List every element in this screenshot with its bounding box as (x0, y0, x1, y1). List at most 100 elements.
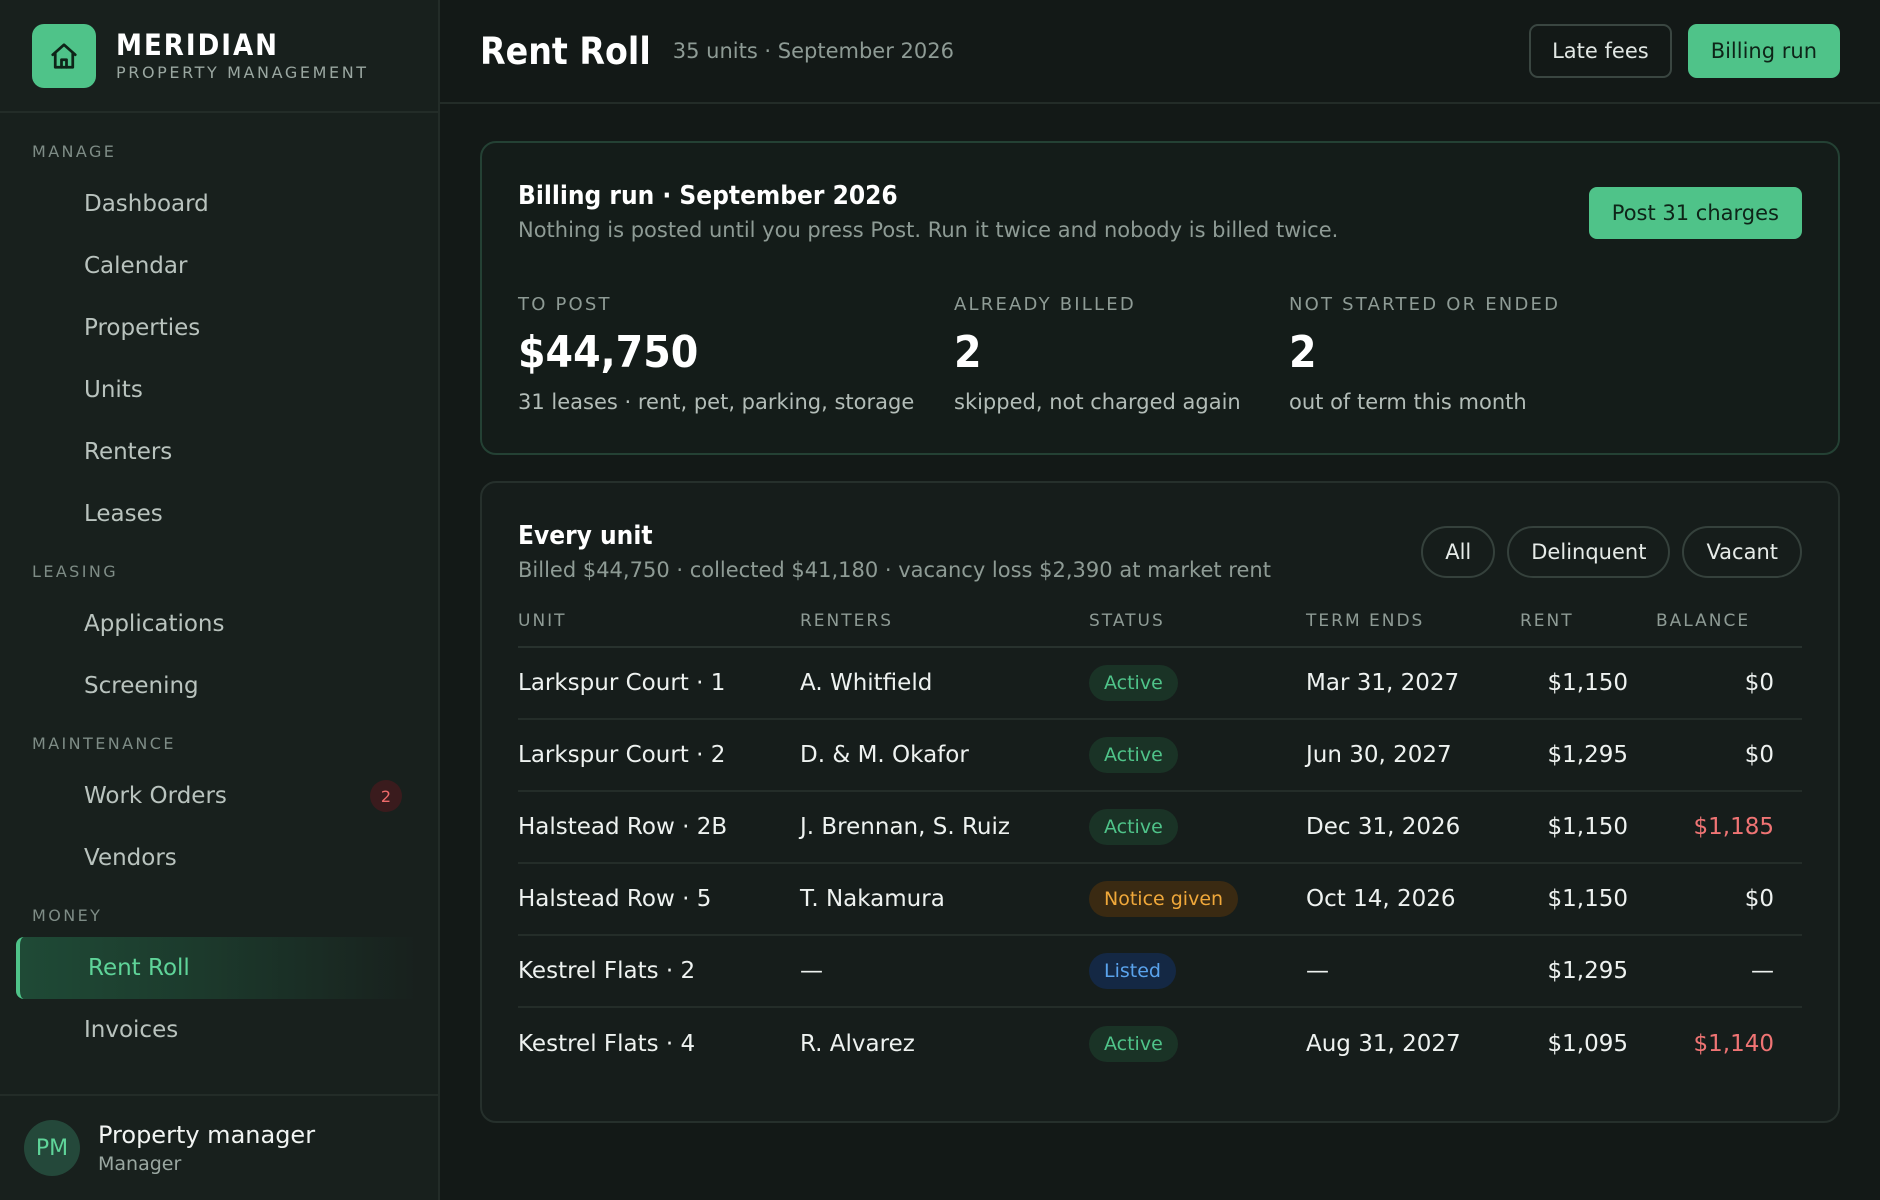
cell-rent: $1,095 (1547, 1030, 1628, 1057)
stat-note: skipped, not charged again (954, 390, 1241, 414)
cell-balance: $1,185 (1656, 791, 1802, 864)
table-row[interactable]: Halstead Row · 5 T. Nakamura Notice give… (518, 863, 1802, 936)
sidebar-item-rent-roll[interactable]: Rent Roll (16, 937, 418, 999)
work-orders-count-badge: 2 (370, 780, 402, 812)
nav-section-money: MONEY (32, 906, 103, 925)
cell-unit: Larkspur Court · 1 (518, 647, 800, 720)
cell-unit: Halstead Row · 2B (518, 791, 800, 864)
cell-rent: $1,150 (1520, 647, 1656, 720)
sidebar-item-units[interactable]: Units (0, 359, 418, 421)
cell-rent: $1,150 (1520, 863, 1656, 936)
cell-rent: $1,295 (1520, 935, 1656, 1008)
table-row[interactable]: Kestrel Flats · 2 — Listed — $1,295 — (518, 935, 1802, 1008)
status-badge: Listed (1089, 953, 1176, 989)
sidebar-item-renters[interactable]: Renters (0, 421, 418, 483)
brand: MERIDIAN PROPERTY MANAGEMENT (0, 0, 438, 113)
stat-value: 2 (1289, 327, 1317, 378)
user-name: Property manager (98, 1121, 316, 1149)
nav-section-leasing: LEASING (32, 562, 119, 581)
cell-unit: Kestrel Flats · 4 (518, 1030, 696, 1057)
filter-delinquent[interactable]: Delinquent (1507, 526, 1671, 578)
cell-unit: Halstead Row · 5 (518, 863, 800, 936)
cell-term-ends: Aug 31, 2027 (1306, 1030, 1461, 1057)
column-header-term-ends[interactable]: TERM ENDS (1306, 607, 1520, 648)
table-row[interactable]: Kestrel Flats · 4 R. Alvarez Active Aug … (518, 1007, 1802, 1079)
cell-renters: T. Nakamura (800, 863, 1089, 936)
sidebar-item-properties[interactable]: Properties (0, 297, 418, 359)
cell-term-ends: Dec 31, 2026 (1306, 791, 1520, 864)
page-subtitle: 35 units · September 2026 (672, 39, 954, 63)
stat-label: ALREADY BILLED (954, 294, 1136, 315)
cell-balance: $0 (1656, 719, 1802, 792)
home-icon[interactable] (32, 23, 96, 88)
sidebar-item-dashboard[interactable]: Dashboard (0, 173, 418, 235)
billing-run-card: Billing run · September 2026 Nothing is … (480, 141, 1840, 455)
status-badge: Active (1089, 737, 1178, 773)
stat-value: $44,750 (518, 327, 699, 378)
sidebar-item-leases[interactable]: Leases (0, 483, 418, 545)
units-table: UNIT RENTERS STATUS TERM ENDS RENT BALAN… (518, 607, 1802, 1079)
sidebar-item-invoices[interactable]: Invoices (0, 999, 418, 1061)
late-fees-button[interactable]: Late fees (1529, 24, 1672, 78)
brand-name: MERIDIAN (116, 27, 279, 62)
filter-all[interactable]: All (1421, 526, 1496, 578)
cell-term-ends: Mar 31, 2027 (1306, 647, 1520, 720)
cell-balance: $0 (1656, 647, 1802, 720)
stat-value: 2 (954, 327, 982, 378)
nav-section-maintenance: MAINTENANCE (32, 734, 176, 753)
cell-term-ends: Oct 14, 2026 (1306, 863, 1520, 936)
sidebar-item-label: Work Orders (84, 783, 227, 809)
sidebar-item-work-orders[interactable]: Work Orders 2 (0, 765, 418, 827)
billing-stats: TO POST $44,750 31 leases · rent, pet, p… (518, 293, 1802, 417)
topbar: Rent Roll 35 units · September 2026 Late… (440, 0, 1880, 104)
cell-term-ends: — (1306, 935, 1520, 1008)
column-header-renters[interactable]: RENTERS (800, 607, 1089, 648)
stat-label: NOT STARTED OR ENDED (1289, 294, 1561, 315)
table-row[interactable]: Halstead Row · 2B J. Brennan, S. Ruiz Ac… (518, 791, 1802, 864)
cell-renters: — (800, 935, 1089, 1008)
sidebar-item-screening[interactable]: Screening (0, 655, 418, 717)
sidebar-item-calendar[interactable]: Calendar (0, 235, 418, 297)
column-header-status[interactable]: STATUS (1089, 607, 1306, 648)
user-role: Manager (98, 1153, 182, 1175)
table-row[interactable]: Larkspur Court · 2 D. & M. Okafor Active… (518, 719, 1802, 792)
cell-balance: $0 (1656, 863, 1802, 936)
cell-unit: Larkspur Court · 2 (518, 719, 800, 792)
stat-label: TO POST (518, 294, 612, 315)
filter-vacant[interactable]: Vacant (1682, 526, 1802, 578)
cell-unit: Kestrel Flats · 2 (518, 935, 800, 1008)
cell-term-ends: Jun 30, 2027 (1306, 719, 1520, 792)
column-header-unit[interactable]: UNIT (518, 607, 800, 648)
column-header-rent[interactable]: RENT (1520, 607, 1656, 648)
table-row[interactable]: Larkspur Court · 1 A. Whitfield Active M… (518, 647, 1802, 720)
billing-run-button[interactable]: Billing run (1687, 24, 1840, 78)
stat-to-post: TO POST $44,750 31 leases · rent, pet, p… (518, 293, 954, 417)
cell-rent: $1,150 (1520, 791, 1656, 864)
sidebar-nav: MANAGE Dashboard Calendar Properties Uni… (0, 113, 438, 1094)
units-card: Every unit Billed $44,750 · collected $4… (480, 481, 1840, 1123)
sidebar-item-applications[interactable]: Applications (0, 593, 418, 655)
main-content: Rent Roll 35 units · September 2026 Late… (440, 0, 1880, 1200)
sidebar: MERIDIAN PROPERTY MANAGEMENT MANAGE Dash… (0, 0, 440, 1200)
avatar: PM (24, 1120, 80, 1176)
status-badge: Active (1089, 809, 1178, 845)
sidebar-item-vendors[interactable]: Vendors (0, 827, 418, 889)
post-charges-button[interactable]: Post 31 charges (1588, 187, 1802, 239)
nav-section-manage: MANAGE (32, 142, 117, 161)
cell-renters: R. Alvarez (800, 1030, 915, 1057)
user-profile[interactable]: PM Property manager Manager (0, 1094, 438, 1200)
page-title: Rent Roll (480, 29, 651, 73)
cell-balance: $1,140 (1693, 1030, 1774, 1057)
cell-balance: — (1656, 935, 1802, 1008)
brand-subtitle: PROPERTY MANAGEMENT (116, 62, 369, 82)
stat-not-started-or-ended: NOT STARTED OR ENDED 2 out of term this … (1289, 293, 1560, 417)
status-badge: Active (1089, 665, 1178, 701)
column-header-balance[interactable]: BALANCE (1656, 607, 1802, 648)
cell-rent: $1,295 (1520, 719, 1656, 792)
status-badge: Active (1089, 1025, 1178, 1062)
cell-renters: D. & M. Okafor (800, 719, 1089, 792)
cell-renters: A. Whitfield (800, 647, 1089, 720)
table-header: UNIT RENTERS STATUS TERM ENDS RENT BALAN… (518, 607, 1802, 648)
unit-filters: All Delinquent Vacant (1421, 526, 1802, 578)
stat-already-billed: ALREADY BILLED 2 skipped, not charged ag… (954, 293, 1289, 417)
